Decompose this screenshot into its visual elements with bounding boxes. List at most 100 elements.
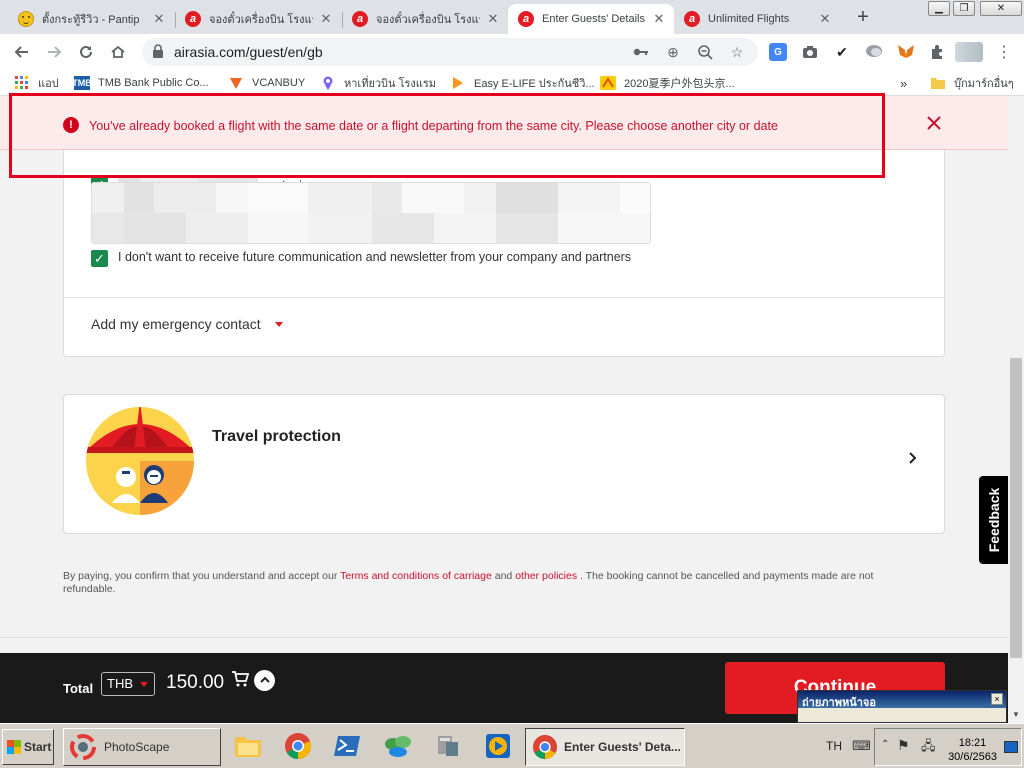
- lock-icon[interactable]: [152, 44, 164, 61]
- file-explorer-icon[interactable]: [232, 730, 264, 762]
- tab-title: ตั้งกระทู้รีวิว - Pantip: [42, 14, 140, 26]
- close-tab-icon[interactable]: ✕: [652, 11, 666, 27]
- close-tab-icon[interactable]: ✕: [486, 11, 500, 27]
- translate-extension-icon[interactable]: G: [768, 42, 788, 62]
- newsletter-optout-checkbox[interactable]: ✓: [91, 250, 108, 267]
- other-policies-link[interactable]: other policies: [515, 570, 577, 582]
- chat-extension-icon[interactable]: [864, 42, 884, 62]
- tab-unlimited-flights[interactable]: a Unlimited Flights ✕: [674, 4, 840, 34]
- travel-protection-card[interactable]: Travel protection: [63, 394, 945, 534]
- tmb-icon: TMB: [72, 76, 92, 90]
- keyboard-icon[interactable]: ⌨: [852, 738, 871, 754]
- redacted-contact-fields: [91, 182, 651, 244]
- new-tab-button[interactable]: +: [852, 7, 874, 27]
- home-icon[interactable]: [108, 42, 128, 62]
- browser-tab-strip: ตั้งกระทู้รีวิว - Pantip ✕ a จองตั๋วเครื…: [0, 0, 1024, 34]
- tab-airasia-2[interactable]: a จองตั๋วเครื่องบิน โรงแรม ✕: [342, 4, 508, 34]
- bookmark-label: หาเที่ยวบิน โรงแรม: [344, 78, 437, 90]
- reload-icon[interactable]: [76, 42, 96, 62]
- divider: [0, 637, 1008, 638]
- bookmark-label: TMB Bank Public Co...: [98, 77, 209, 89]
- other-bookmarks[interactable]: บุ๊กมาร์กอื่นๆ: [930, 75, 1014, 91]
- bookmarks-bar: แอป TMB TMB Bank Public Co... VCANBUY หา…: [0, 70, 1024, 96]
- emergency-contact-label: Add my emergency contact: [91, 316, 261, 332]
- more-menu-icon[interactable]: ⋮: [994, 42, 1014, 62]
- divider: [64, 297, 944, 298]
- feedback-tab[interactable]: Feedback: [979, 476, 1008, 564]
- scrollbar-thumb[interactable]: [1010, 358, 1022, 658]
- app-leaves-icon[interactable]: [382, 730, 414, 762]
- back-arrow-icon[interactable]: [12, 42, 32, 62]
- newsletter-optout-label: I don't want to receive future communica…: [118, 250, 632, 264]
- bookmark-tmb[interactable]: TMB TMB Bank Public Co...: [72, 75, 209, 91]
- checkmark-extension-icon[interactable]: ✔: [832, 42, 852, 62]
- add-emergency-contact-toggle[interactable]: Add my emergency contact: [91, 316, 283, 332]
- zoom-in-icon[interactable]: ⊕: [664, 43, 682, 61]
- screenshot-tool-window[interactable]: ถ่ายภาพหน้าจอ ×: [797, 690, 1007, 723]
- play-arrow-icon: [450, 76, 466, 90]
- powershell-icon[interactable]: [332, 730, 364, 762]
- taskbar-chrome-enter-guests[interactable]: Enter Guests' Deta...: [525, 728, 685, 766]
- metamask-fox-icon[interactable]: [896, 42, 916, 62]
- photoscape-icon: [68, 732, 98, 762]
- umbrella-family-icon: [86, 407, 194, 518]
- address-bar[interactable]: airasia.com/guest/en/gb ⊕ ☆: [142, 38, 758, 66]
- taskbar-photoscape[interactable]: PhotoScape: [63, 728, 221, 766]
- restore-button[interactable]: ❐: [953, 1, 975, 16]
- input-language[interactable]: TH: [826, 739, 842, 753]
- media-player-icon[interactable]: [482, 730, 514, 762]
- zoom-out-icon[interactable]: [696, 43, 714, 61]
- chrome-icon[interactable]: [282, 730, 314, 762]
- close-window-button[interactable]: ✕: [980, 1, 1022, 16]
- bookmark-shop[interactable]: 2020夏季户外包头京...: [600, 75, 735, 91]
- bookmark-label: แอป: [38, 78, 59, 90]
- airasia-icon: a: [185, 11, 201, 27]
- caret-down-icon: [140, 682, 148, 687]
- total-amount: 150.00: [166, 672, 225, 693]
- chevron-right-icon[interactable]: [908, 451, 918, 470]
- forward-arrow-icon[interactable]: [44, 42, 64, 62]
- close-icon[interactable]: ×: [991, 693, 1003, 705]
- bookmark-label: Easy E-LIFE ประกันชีวิ...: [474, 78, 595, 90]
- currency-select[interactable]: THB: [101, 672, 155, 696]
- tab-enter-guests-details[interactable]: a Enter Guests' Details ✕: [508, 4, 674, 34]
- app-tools-icon[interactable]: [432, 730, 464, 762]
- bookmark-apps[interactable]: แอป: [14, 75, 59, 91]
- close-tab-icon[interactable]: ✕: [818, 11, 832, 27]
- travel-protection-title: Travel protection: [212, 428, 341, 445]
- scroll-down-arrow-icon[interactable]: ▼: [1012, 710, 1020, 719]
- terms-of-carriage-link[interactable]: Terms and conditions of carriage: [340, 570, 492, 582]
- profile-avatar[interactable]: [954, 42, 984, 62]
- tab-pantip[interactable]: ตั้งกระทู้รีวิว - Pantip ✕: [8, 4, 174, 34]
- bookmark-hotel-search[interactable]: หาเที่ยวบิน โรงแรม: [320, 75, 436, 91]
- terms-and: and: [494, 570, 513, 582]
- bookmark-vcanbuy[interactable]: VCANBUY: [228, 75, 305, 91]
- show-desktop-icon[interactable]: [1004, 741, 1018, 753]
- bookmark-star-icon[interactable]: ☆: [728, 43, 746, 61]
- windows-taskbar: Start PhotoScape Enter Guests' Deta... T…: [0, 723, 1024, 768]
- close-icon[interactable]: [927, 110, 941, 136]
- start-button[interactable]: Start: [2, 729, 54, 765]
- folder-icon: [930, 76, 946, 90]
- bookmarks-overflow-chevron[interactable]: »: [900, 75, 907, 91]
- action-center-flag-icon[interactable]: ⚑: [897, 737, 910, 754]
- extensions-puzzle-icon[interactable]: [928, 42, 948, 62]
- network-icon[interactable]: 🖧: [921, 737, 936, 759]
- airasia-icon: a: [684, 11, 700, 27]
- terms-notice: By paying, you confirm that you understa…: [63, 570, 913, 596]
- camera-extension-icon[interactable]: [800, 42, 820, 62]
- clock[interactable]: 18:21 30/6/2563: [948, 736, 997, 764]
- close-tab-icon[interactable]: ✕: [319, 11, 333, 27]
- expand-summary-chevron-up-icon[interactable]: [254, 670, 275, 691]
- tab-title: จองตั๋วเครื่องบิน โรงแรม: [209, 14, 313, 26]
- tab-airasia-1[interactable]: a จองตั๋วเครื่องบิน โรงแรม ✕: [175, 4, 341, 34]
- close-tab-icon[interactable]: ✕: [152, 11, 166, 27]
- airasia-icon: a: [518, 11, 534, 27]
- key-icon[interactable]: [632, 43, 650, 61]
- tray-expand-icon[interactable]: ⌃: [881, 739, 889, 750]
- minimize-button[interactable]: ▁: [928, 1, 950, 16]
- shop-icon: [600, 76, 616, 90]
- feedback-label: Feedback: [985, 487, 1002, 553]
- page-scrollbar[interactable]: ▼: [1008, 96, 1024, 723]
- bookmark-easy-elife[interactable]: Easy E-LIFE ประกันชีวิ...: [450, 75, 595, 91]
